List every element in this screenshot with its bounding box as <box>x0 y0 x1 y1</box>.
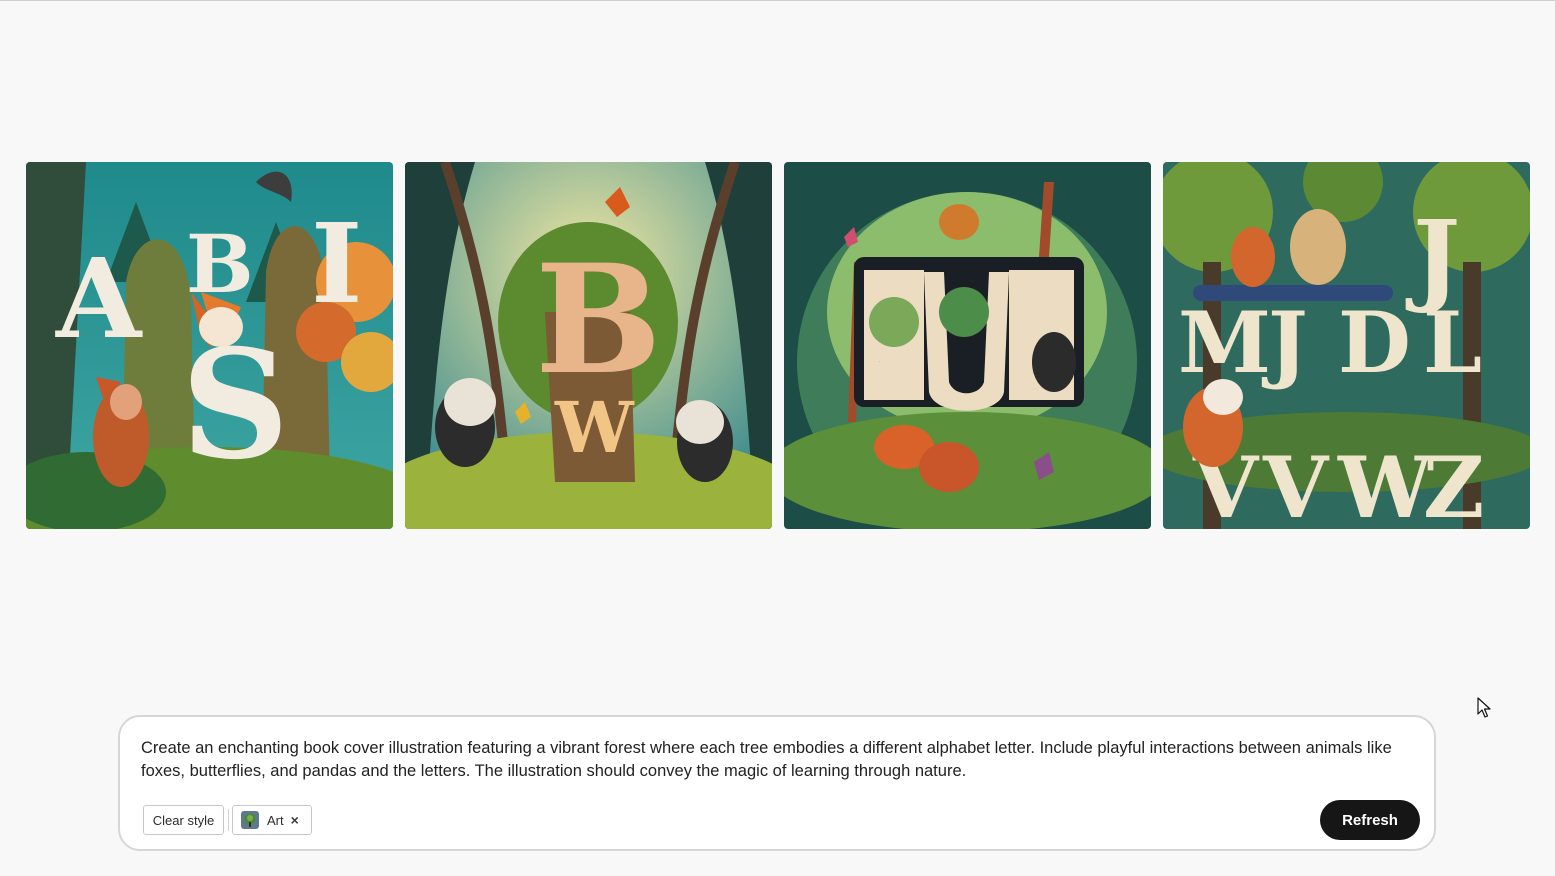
letter-w-tree: W <box>554 386 635 469</box>
prompt-input[interactable]: Create an enchanting book cover illustra… <box>141 737 1411 783</box>
close-icon[interactable]: × <box>291 813 299 827</box>
letter-m: M <box>1178 293 1271 392</box>
clear-style-button[interactable]: Clear style <box>143 805 224 835</box>
style-chip-label: Art <box>267 812 284 828</box>
letter-v2: V <box>1262 438 1330 529</box>
generated-image-4[interactable]: J M J D L V V W Z <box>1163 162 1530 529</box>
mouse-pointer-icon <box>1477 697 1491 718</box>
letter-s: S <box>181 317 289 493</box>
generated-image-3[interactable]: M <box>784 162 1151 529</box>
generated-image-1[interactable]: A B I S <box>26 162 393 529</box>
letter-z: Z <box>1423 438 1484 529</box>
letter-m-hidden: M <box>879 361 880 363</box>
art-style-thumbnail-icon <box>241 811 259 829</box>
prompt-panel: Create an enchanting book cover illustra… <box>118 715 1436 851</box>
generated-image-2[interactable]: B W <box>405 162 772 529</box>
letter-j: J <box>1261 293 1308 392</box>
letter-b-tree: B <box>535 232 662 408</box>
letter-w: W <box>1337 438 1434 529</box>
refresh-button[interactable]: Refresh <box>1320 800 1420 840</box>
letter-d: D <box>1338 293 1411 392</box>
letter-l: L <box>1423 293 1482 392</box>
chip-divider <box>228 809 229 831</box>
letter-i: I <box>311 199 362 328</box>
top-divider <box>0 0 1555 1</box>
style-chip-art[interactable]: Art × <box>232 805 312 835</box>
image-gallery: A B I S B W M J M J D L V V W Z <box>26 162 1530 529</box>
letter-a: A <box>55 234 143 363</box>
letter-b: B <box>186 217 254 311</box>
